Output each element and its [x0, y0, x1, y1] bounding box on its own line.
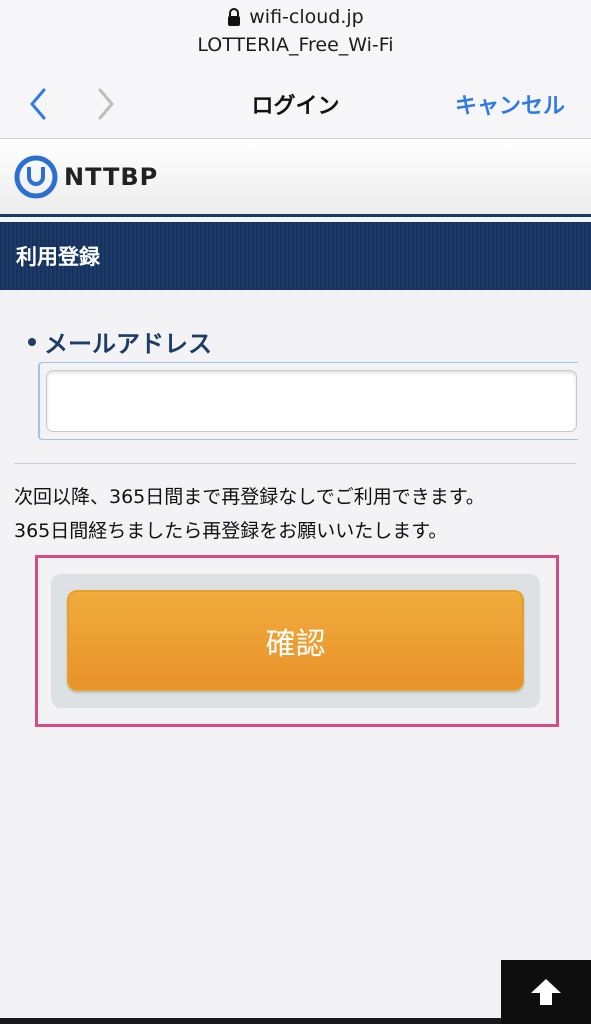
section-header: 利用登録 — [0, 222, 591, 290]
brand-header: NTTBP — [0, 139, 591, 217]
url-row[interactable]: wifi-cloud.jp — [0, 6, 591, 28]
notice-line-1: 次回以降、365日間まで再登録なしでご利用できます。 — [14, 486, 485, 508]
section-title: 利用登録 — [16, 245, 100, 269]
notice-text: 次回以降、365日間まで再登録なしでご利用できます。 365日間経ちましたら再登… — [14, 480, 584, 548]
divider — [14, 463, 576, 464]
browser-bar: wifi-cloud.jp LOTTERIA_Free_Wi-Fi ログイン キ… — [0, 0, 591, 139]
lock-icon — [227, 8, 241, 26]
scroll-top-button[interactable] — [501, 960, 591, 1024]
confirm-button[interactable]: 確認 — [67, 590, 524, 691]
arrow-up-icon — [531, 979, 561, 1005]
notice-line-2: 365日間経ちましたら再登録をお願いいたします。 — [14, 520, 448, 542]
page: wifi-cloud.jp LOTTERIA_Free_Wi-Fi ログイン キ… — [0, 0, 591, 1024]
email-label-text: メールアドレス — [44, 330, 212, 358]
nttbp-logo-icon — [14, 155, 58, 199]
site-title: LOTTERIA_Free_Wi-Fi — [197, 34, 394, 56]
brand-name: NTTBP — [64, 162, 159, 191]
bullet-icon — [28, 337, 36, 346]
nav-row: ログイン キャンセル — [0, 80, 591, 126]
email-input[interactable] — [46, 370, 577, 432]
email-label: メールアドレス — [28, 324, 212, 359]
bottom-bar — [0, 1018, 501, 1024]
cancel-button[interactable]: キャンセル — [455, 88, 565, 120]
url-text: wifi-cloud.jp — [249, 6, 364, 28]
